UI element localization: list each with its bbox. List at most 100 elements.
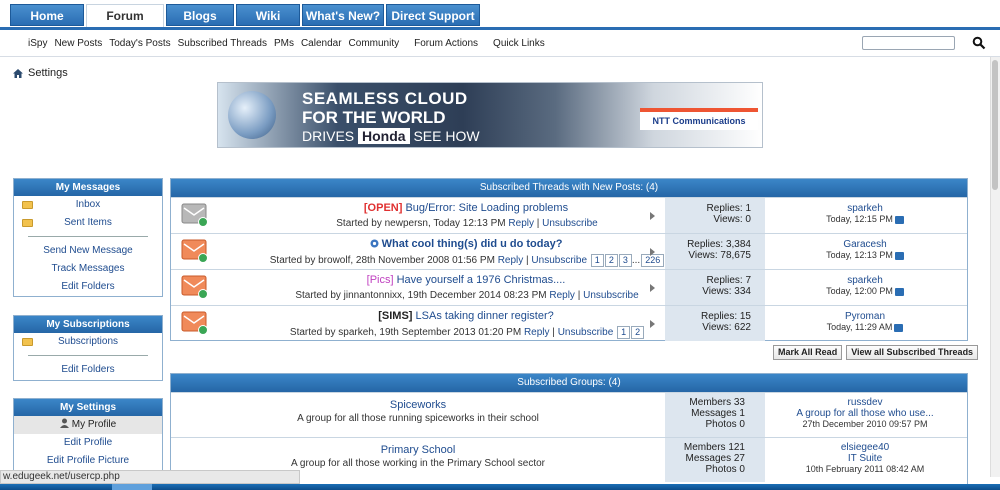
tab-forum[interactable]: Forum — [86, 4, 164, 28]
sidebar-item-my-profile[interactable]: My Profile — [14, 416, 162, 434]
subnav-pms[interactable]: PMs — [274, 38, 294, 49]
last-post-title[interactable]: IT Suite — [765, 453, 965, 464]
thread-title[interactable]: What cool thing(s) did u do today? — [251, 238, 681, 250]
subnav-new-posts[interactable]: New Posts — [54, 38, 102, 49]
go-to-new-post-icon[interactable] — [650, 212, 655, 220]
mark-all-read-button[interactable]: Mark All Read — [773, 345, 843, 360]
thread-started: Started by jinnantonnixx, 19th December … — [295, 290, 547, 301]
send-new-message-link[interactable]: Send New Message — [14, 242, 162, 260]
page-link[interactable]: 1 — [617, 326, 631, 339]
page-link[interactable]: 1 — [590, 254, 604, 267]
view-all-subscribed-threads-button[interactable]: View all Subscribed Threads — [846, 345, 979, 360]
reply-link[interactable]: Reply — [524, 327, 550, 338]
thread-title-text[interactable]: Have yourself a 1976 Christmas.... — [394, 274, 566, 286]
go-to-last-post-icon[interactable] — [894, 215, 904, 224]
subnav-calendar[interactable]: Calendar — [301, 38, 342, 49]
group-photos: Photos 0 — [705, 464, 745, 475]
scrollbar-thumb[interactable] — [992, 60, 998, 190]
browser-status-bar: w.edugeek.net/usercp.php — [0, 470, 300, 484]
advertisement-banner[interactable]: SEAMLESS CLOUD FOR THE WORLD DRIVES Hond… — [217, 82, 763, 148]
tab-whats-new[interactable]: What's New? — [302, 4, 384, 26]
last-post-user[interactable]: russdev — [765, 397, 965, 408]
banner-cta[interactable]: SEE HOW — [413, 128, 479, 144]
page-link[interactable]: 2 — [604, 254, 618, 267]
home-icon[interactable] — [13, 68, 23, 78]
thread-title[interactable]: [SIMS] LSAs taking dinner register? — [251, 310, 681, 322]
thread-title-text[interactable]: Site Loading problems — [456, 202, 568, 214]
search-input[interactable] — [862, 36, 955, 50]
thread-title-text[interactable]: LSAs taking dinner register? — [412, 310, 554, 322]
thread-row[interactable]: What cool thing(s) did u do today? Start… — [171, 233, 967, 269]
reply-link[interactable]: Reply — [508, 218, 534, 229]
unsubscribe-link[interactable]: Unsubscribe — [583, 290, 639, 301]
go-to-new-post-icon[interactable] — [650, 320, 655, 328]
go-to-new-post-icon[interactable] — [650, 248, 655, 256]
sidebar-item-sent-items[interactable]: Sent Items — [14, 214, 162, 232]
sidebar-item-subscriptions[interactable]: Subscriptions — [14, 333, 162, 351]
top-navigation: Home Forum Blogs Wiki What's New? Direct… — [0, 0, 1000, 31]
unsubscribe-link[interactable]: Unsubscribe — [542, 218, 598, 229]
my-messages-header: My Messages — [14, 179, 162, 196]
last-post-user[interactable]: sparkeh — [765, 275, 965, 286]
thread-stats: Replies: 7 Views: 334 — [665, 270, 765, 305]
thread-title-text[interactable]: What cool thing(s) did u do today? — [382, 238, 563, 250]
reply-link[interactable]: Reply — [549, 290, 575, 301]
last-post-user[interactable]: Garacesh — [765, 239, 965, 250]
subnav-quick-links[interactable]: Quick Links — [493, 38, 545, 49]
subscribed-groups-panel: Subscribed Groups: (4) Spiceworks A grou… — [170, 373, 968, 485]
page-link[interactable]: 3 — [618, 254, 632, 267]
thread-stats: Replies: 3,384 Views: 78,675 — [665, 234, 765, 269]
thread-last-post: Garacesh Today, 12:13 PM — [765, 239, 965, 261]
last-post-title[interactable]: A group for all those who use... — [765, 408, 965, 419]
last-post-user[interactable]: Pyroman — [765, 311, 965, 322]
group-name[interactable]: Primary School — [171, 444, 665, 456]
thread-title[interactable]: [OPEN] Bug/Error: Site Loading problems — [251, 202, 681, 214]
thread-title[interactable]: [Pics] Have yourself a 1976 Christmas...… — [251, 274, 681, 286]
track-messages-link[interactable]: Track Messages — [14, 260, 162, 278]
subnav-ispy[interactable]: iSpy — [28, 38, 47, 49]
edit-profile-picture-link[interactable]: Edit Profile Picture — [14, 452, 162, 470]
tab-wiki[interactable]: Wiki — [236, 4, 300, 26]
thread-row[interactable]: [SIMS] LSAs taking dinner register? Star… — [171, 305, 967, 341]
go-to-last-post-icon[interactable] — [894, 323, 904, 332]
go-to-last-post-icon[interactable] — [894, 251, 904, 260]
last-post-user[interactable]: sparkeh — [765, 203, 965, 214]
thread-replies: Replies: 15 — [700, 311, 751, 322]
tab-blogs[interactable]: Blogs — [166, 4, 234, 26]
group-row[interactable]: Spiceworks A group for all those running… — [171, 392, 967, 437]
subnav-forum-actions[interactable]: Forum Actions — [414, 38, 478, 49]
subnav-todays-posts[interactable]: Today's Posts — [109, 38, 170, 49]
subnav-community[interactable]: Community — [349, 38, 400, 49]
group-last-post: russdev A group for all those who use...… — [765, 397, 965, 430]
go-to-last-post-icon[interactable] — [894, 287, 904, 296]
thread-row[interactable]: [OPEN] Bug/Error: Site Loading problems … — [171, 197, 967, 233]
subscriptions-label: Subscriptions — [57, 336, 119, 347]
unsubscribe-link[interactable]: Unsubscribe — [531, 255, 587, 266]
taskbar-button[interactable] — [112, 484, 152, 490]
thread-prefix: [SIMS] — [378, 310, 413, 322]
page-link[interactable]: 2 — [631, 326, 645, 339]
edit-folders-link[interactable]: Edit Folders — [14, 278, 162, 296]
group-messages: Messages 1 — [691, 408, 745, 419]
group-name[interactable]: Spiceworks — [171, 399, 665, 411]
thread-row[interactable]: [Pics] Have yourself a 1976 Christmas...… — [171, 269, 967, 305]
last-post-user[interactable]: elsiegee40 — [765, 442, 965, 453]
tab-home[interactable]: Home — [10, 4, 84, 26]
thread-last-post: Pyroman Today, 11:29 AM — [765, 311, 965, 333]
edit-subscription-folders-link[interactable]: Edit Folders — [14, 361, 162, 379]
reply-link[interactable]: Reply — [498, 255, 524, 266]
go-to-new-post-icon[interactable] — [650, 284, 655, 292]
search-icon[interactable] — [972, 36, 986, 50]
subnav-subscribed-threads[interactable]: Subscribed Threads — [178, 38, 267, 49]
folder-icon — [22, 338, 33, 346]
thread-replies: Replies: 3,384 — [687, 239, 751, 250]
group-description: A group for all those running spiceworks… — [297, 413, 539, 424]
thread-prefix: [OPEN] — [363, 202, 403, 214]
edit-profile-link[interactable]: Edit Profile — [14, 434, 162, 452]
sidebar-item-inbox[interactable]: Inbox — [14, 196, 162, 214]
tab-direct-support[interactable]: Direct Support — [386, 4, 480, 26]
last-post-time: 27th December 2010 09:57 PM — [802, 419, 928, 429]
unsubscribe-link[interactable]: Unsubscribe — [558, 327, 614, 338]
thread-views: Views: 78,675 — [688, 250, 751, 261]
thread-status-icon — [181, 275, 208, 299]
